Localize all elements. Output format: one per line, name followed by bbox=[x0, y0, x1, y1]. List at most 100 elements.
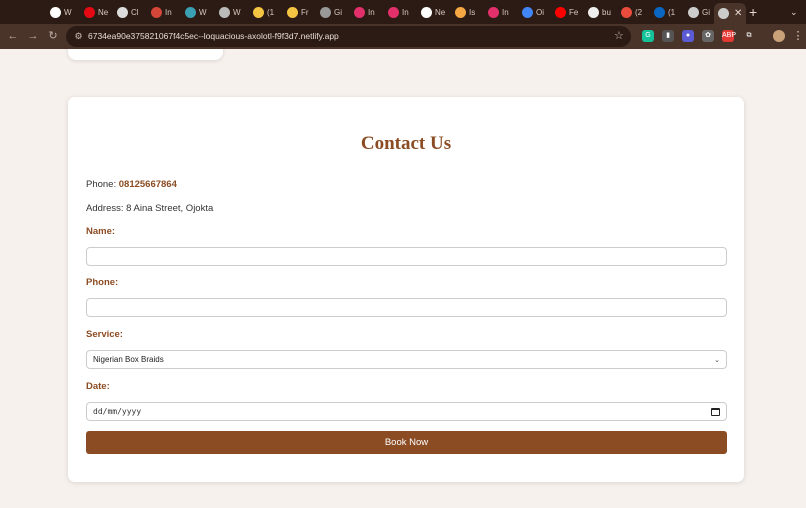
browser-tab[interactable]: (2 bbox=[617, 3, 645, 21]
extension-icon[interactable]: ABP bbox=[722, 30, 736, 42]
tab-search-chevron-icon[interactable]: ⌄ bbox=[790, 3, 798, 21]
browser-tab[interactable]: W bbox=[181, 3, 209, 21]
extension-icon[interactable]: ▮ bbox=[662, 30, 674, 42]
service-selected-value: Nigerian Box Braids bbox=[93, 355, 164, 364]
tab-title: (2 bbox=[635, 7, 643, 17]
back-arrow-icon[interactable]: ← bbox=[5, 28, 21, 44]
extension-icon[interactable]: ✿ bbox=[702, 30, 714, 42]
tab-favicon-icon bbox=[388, 6, 399, 18]
extension-icon[interactable]: ● bbox=[682, 30, 694, 42]
tab-title: Oi bbox=[536, 7, 544, 17]
browser-tab[interactable]: (1 bbox=[650, 3, 678, 21]
tab-title: (1 bbox=[668, 7, 676, 17]
address-bar[interactable]: ⚙ 6734ea90e375821067f4c5ec--loquacious-a… bbox=[66, 26, 631, 47]
tab-favicon-icon bbox=[354, 6, 365, 18]
contact-phone-line: Phone: 08125667864 bbox=[86, 179, 177, 190]
tab-title: Fr bbox=[301, 7, 309, 17]
date-input[interactable]: dd/mm/yyyy bbox=[86, 402, 727, 421]
tab-title: bu bbox=[602, 7, 611, 17]
reload-icon[interactable]: ↻ bbox=[45, 28, 61, 44]
tab-favicon-icon bbox=[84, 6, 95, 18]
tab-title: Gi bbox=[334, 7, 342, 17]
browser-tab[interactable]: Fe bbox=[551, 3, 579, 21]
calendar-icon[interactable] bbox=[711, 407, 720, 416]
page-viewport: Contact Us Phone: 08125667864 Address: 8… bbox=[0, 49, 806, 508]
tab-favicon-icon bbox=[522, 6, 533, 18]
browser-tab[interactable]: Ne bbox=[417, 3, 445, 21]
profile-avatar[interactable] bbox=[773, 30, 785, 42]
browser-tab[interactable]: Gi bbox=[684, 3, 712, 21]
browser-tab[interactable]: Gi bbox=[316, 3, 344, 21]
bookmark-star-icon[interactable]: ☆ bbox=[614, 29, 624, 42]
site-settings-icon[interactable]: ⚙ bbox=[73, 31, 84, 42]
browser-tab[interactable]: W bbox=[46, 3, 74, 21]
phone-prefix: Phone: bbox=[86, 179, 119, 190]
tab-title: Is bbox=[469, 7, 476, 17]
browser-tab-strip: + ⌄ W Ne Cl In W W (1 Fr Gi In In Ne Is In Oi Fe bu (2 (1 G… bbox=[0, 0, 806, 24]
service-select[interactable]: Nigerian Box Braids ⌄ bbox=[86, 350, 727, 369]
date-label: Date: bbox=[86, 381, 110, 392]
tab-title: In bbox=[502, 7, 509, 17]
phone-number: 08125667864 bbox=[118, 179, 177, 190]
previous-section-card bbox=[68, 49, 223, 60]
tab-favicon-icon bbox=[185, 6, 196, 18]
extension-icon[interactable]: G bbox=[642, 30, 654, 42]
book-now-button[interactable]: Book Now bbox=[86, 431, 727, 454]
tab-favicon-icon bbox=[654, 6, 665, 18]
browser-tab[interactable]: Fr bbox=[283, 3, 311, 21]
new-tab-button[interactable]: + bbox=[749, 3, 757, 21]
tab-title: W bbox=[64, 7, 72, 17]
tab-favicon-icon bbox=[421, 6, 432, 18]
contact-card: Contact Us Phone: 08125667864 Address: 8… bbox=[68, 97, 744, 482]
tab-title: In bbox=[368, 7, 375, 17]
browser-toolbar: ← → ↻ ⚙ 6734ea90e375821067f4c5ec--loquac… bbox=[0, 24, 806, 49]
browser-tab[interactable]: Cl bbox=[113, 3, 141, 21]
forward-arrow-icon[interactable]: → bbox=[25, 28, 41, 44]
browser-tab[interactable]: Oi bbox=[518, 3, 546, 21]
browser-tab[interactable]: In bbox=[147, 3, 175, 21]
browser-tab[interactable]: W bbox=[215, 3, 243, 21]
tab-title: Ne bbox=[98, 7, 108, 17]
tab-favicon-icon bbox=[320, 6, 331, 18]
browser-tab[interactable]: In bbox=[484, 3, 512, 21]
name-input[interactable] bbox=[86, 247, 727, 266]
address-url: 6734ea90e375821067f4c5ec--loquacious-axo… bbox=[88, 31, 339, 41]
browser-tab[interactable]: Ne bbox=[80, 3, 108, 21]
tab-title: Ne bbox=[435, 7, 445, 17]
browser-tab[interactable]: Is bbox=[451, 3, 479, 21]
browser-tab[interactable]: bu bbox=[584, 3, 612, 21]
tab-favicon-icon bbox=[588, 6, 599, 18]
name-label: Name: bbox=[86, 226, 116, 237]
close-tab-icon[interactable]: ✕ bbox=[734, 8, 742, 19]
service-label: Service: bbox=[86, 329, 123, 340]
contact-address: Address: 8 Aina Street, Ojokta bbox=[86, 203, 214, 214]
tab-favicon-icon bbox=[253, 6, 264, 18]
tab-title: (1 bbox=[267, 7, 275, 17]
page-title: Contact Us bbox=[360, 133, 452, 154]
tab-favicon-icon bbox=[151, 6, 162, 18]
extension-icon[interactable]: ⧉ bbox=[743, 30, 755, 42]
tab-title: Fe bbox=[569, 7, 579, 17]
tab-favicon-icon bbox=[688, 6, 699, 18]
tab-title: W bbox=[233, 7, 241, 17]
tab-title: Cl bbox=[131, 7, 139, 17]
phone-label: Phone: bbox=[86, 277, 119, 288]
tab-favicon-icon bbox=[555, 6, 566, 18]
tab-favicon-icon bbox=[287, 6, 298, 18]
date-placeholder: dd/mm/yyyy bbox=[93, 407, 142, 416]
active-browser-tab[interactable]: ✕ bbox=[714, 3, 746, 24]
browser-tab[interactable]: (1 bbox=[249, 3, 277, 21]
tab-title: In bbox=[402, 7, 409, 17]
tab-favicon-icon bbox=[117, 6, 128, 18]
tab-favicon-icon bbox=[718, 8, 729, 19]
browser-tab[interactable]: In bbox=[384, 3, 412, 21]
chevron-down-icon: ⌄ bbox=[714, 356, 720, 364]
browser-menu-icon[interactable]: ⋮ bbox=[790, 28, 806, 44]
browser-tab[interactable]: In bbox=[350, 3, 378, 21]
tab-title: Gi bbox=[702, 7, 710, 17]
tab-title: In bbox=[165, 7, 172, 17]
tab-favicon-icon bbox=[488, 6, 499, 18]
tab-favicon-icon bbox=[455, 6, 466, 18]
phone-input[interactable] bbox=[86, 298, 727, 317]
tab-favicon-icon bbox=[50, 6, 61, 18]
